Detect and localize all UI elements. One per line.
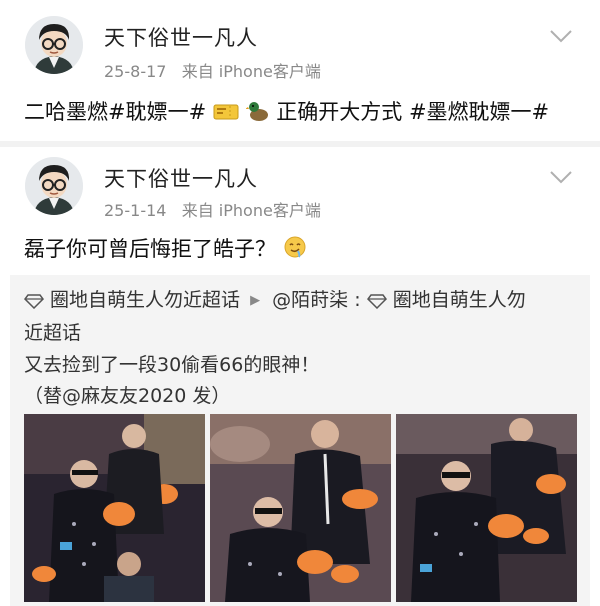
avatar-cartoon-icon	[25, 16, 83, 74]
avatar[interactable]	[25, 157, 83, 215]
post-text: 磊子你可曾后悔拒了皓子？	[24, 233, 307, 263]
repost-card[interactable]: 圈地自萌生人勿近超话 ▶ @陌莳柒 : 圈地自萌生人勿 近超话 又去捡到了一段3…	[10, 275, 590, 606]
post-text: 二哈墨燃#耽嫖一# 正确开大方式 #墨燃耽嫖一#	[24, 96, 549, 126]
weibo-post: 天下俗世一凡人 25-1-14 来自 iPhone客户端 磊子你可曾后悔拒了皓子…	[0, 147, 600, 606]
post-date: 25-1-14	[104, 201, 167, 220]
repost-header: 圈地自萌生人勿近超话 ▶ @陌莳柒 : 圈地自萌生人勿	[24, 285, 526, 312]
chevron-down-icon[interactable]	[550, 30, 572, 43]
image-thumbnail-3[interactable]	[396, 414, 577, 602]
supertopic-link[interactable]: 圈地自萌生人勿	[393, 289, 526, 311]
author-name[interactable]: 天下俗世一凡人	[104, 22, 258, 52]
post-text-part2: 正确开大方式 #墨燃耽嫖一#	[276, 100, 550, 124]
post-meta: 25-1-14 来自 iPhone客户端	[104, 197, 321, 221]
post-date: 25-8-17	[104, 62, 167, 81]
post-text-content: 磊子你可曾后悔拒了皓子？	[24, 237, 276, 261]
repost-content-line: 又去捡到了一段30偷看66的眼神！	[24, 354, 320, 376]
supertopic-link[interactable]: 圈地自萌生人勿近超话	[50, 289, 240, 311]
avatar-cartoon-icon	[25, 157, 83, 215]
supertopic-link-continued[interactable]: 近超话	[24, 318, 81, 345]
triangle-right-icon: ▶	[250, 293, 261, 308]
diamond-supertopic-icon	[366, 294, 387, 309]
mention-link[interactable]: @陌莳柒 :	[272, 289, 360, 311]
post-meta: 25-8-17 来自 iPhone客户端	[104, 58, 321, 82]
repost-content-line: （替@麻友友2020 发）	[24, 385, 231, 407]
duck-emoji-icon	[245, 102, 268, 121]
post-source: 来自 iPhone客户端	[181, 201, 321, 220]
author-name[interactable]: 天下俗世一凡人	[104, 163, 258, 193]
weibo-post: 天下俗世一凡人 25-8-17 来自 iPhone客户端 二哈墨燃#耽嫖一# 正…	[0, 0, 600, 141]
chevron-down-icon[interactable]	[550, 171, 572, 184]
ticket-emoji-icon	[213, 104, 239, 120]
diamond-supertopic-icon	[24, 294, 44, 309]
avatar[interactable]	[25, 16, 83, 74]
post-text-part1: 二哈墨燃#耽嫖一#	[24, 100, 207, 124]
post-source: 来自 iPhone客户端	[181, 62, 321, 81]
drooling-face-emoji-icon	[284, 236, 306, 258]
image-thumbnail-2[interactable]	[210, 414, 391, 602]
image-thumbnail-1[interactable]	[24, 414, 205, 602]
